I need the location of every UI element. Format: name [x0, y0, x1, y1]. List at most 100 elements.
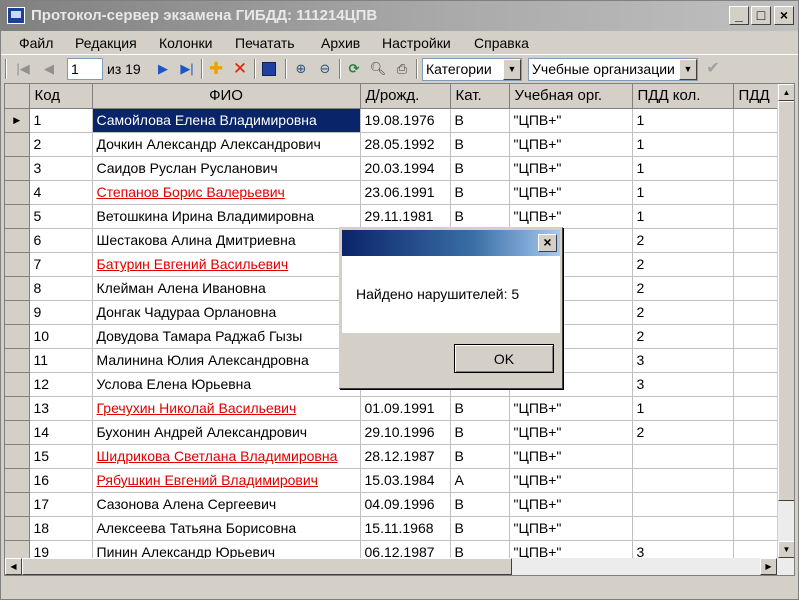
cell-fio[interactable]: Самойлова Елена Владимировна	[92, 108, 361, 133]
dialog-title-bar[interactable]: ×	[342, 230, 560, 256]
cell-pdd-count[interactable]	[632, 468, 734, 493]
cell-org[interactable]: "ЦПВ+"	[509, 396, 633, 421]
cell-pdd[interactable]	[733, 132, 784, 157]
cell-fio[interactable]: Бухонин Андрей Александрович	[92, 420, 361, 445]
column-header-org[interactable]: Учебная орг.	[509, 84, 633, 109]
cell-org[interactable]: "ЦПВ+"	[509, 108, 633, 133]
cell-kod[interactable]: 4	[29, 180, 93, 205]
cell-pdd[interactable]	[733, 444, 784, 469]
menu-edit[interactable]: Редакция	[75, 35, 137, 51]
cell-org[interactable]: "ЦПВ+"	[509, 468, 633, 493]
zoom-out-icon[interactable]: ⊖	[315, 59, 335, 79]
cell-cat[interactable]: B	[450, 492, 510, 517]
cell-cat[interactable]: A	[450, 468, 510, 493]
cell-pdd-count[interactable]: 2	[632, 324, 734, 349]
cell-org[interactable]: "ЦПВ+"	[509, 420, 633, 445]
cell-pdd-count[interactable]: 1	[632, 396, 734, 421]
row-indicator[interactable]	[5, 204, 30, 229]
cell-pdd[interactable]	[733, 156, 784, 181]
cell-kod[interactable]: 16	[29, 468, 93, 493]
close-button[interactable]: ×	[774, 6, 794, 25]
print-icon[interactable]: ⎙	[392, 59, 412, 79]
cell-pdd-count[interactable]: 1	[632, 204, 734, 229]
cell-pdd-count[interactable]	[632, 492, 734, 517]
row-indicator[interactable]	[5, 252, 30, 277]
cell-pdd-count[interactable]: 1	[632, 108, 734, 133]
table-row[interactable]: 3 Саидов Руслан Русланович 20.03.1994 B "ЦПВ…	[5, 156, 784, 181]
column-header-kod[interactable]: Код	[29, 84, 93, 109]
table-row[interactable]: 18 Алексеева Татьяна Борисовна 15.11.1968 B…	[5, 516, 784, 541]
row-indicator[interactable]	[5, 468, 30, 493]
cell-kod[interactable]: 5	[29, 204, 93, 229]
cell-fio[interactable]: Батурин Евгений Васильевич	[92, 252, 361, 277]
cell-pdd-count[interactable]	[632, 516, 734, 541]
cell-cat[interactable]: B	[450, 204, 510, 229]
cell-cat[interactable]: B	[450, 396, 510, 421]
vertical-scroll-thumb[interactable]	[778, 101, 794, 501]
cell-kod[interactable]: 18	[29, 516, 93, 541]
minimize-button[interactable]: _	[729, 6, 749, 25]
column-header-pdd-count[interactable]: ПДД кол.	[632, 84, 734, 109]
cell-pdd[interactable]	[733, 252, 784, 277]
cell-fio[interactable]: Шидрикова Светлана Владимировна	[92, 444, 361, 469]
chevron-down-icon[interactable]: ▼	[503, 59, 521, 80]
table-row[interactable]: 13 Гречухин Николай Васильевич 01.09.1991 B…	[5, 396, 784, 421]
column-header-dob[interactable]: Д/рожд.	[360, 84, 451, 109]
cell-kod[interactable]: 6	[29, 228, 93, 253]
cell-dob[interactable]: 29.10.1996	[360, 420, 451, 445]
column-header-pdd[interactable]: ПДД	[733, 84, 784, 109]
cell-fio[interactable]: Рябушкин Евгений Владимирович	[92, 468, 361, 493]
cell-kod[interactable]: 2	[29, 132, 93, 157]
cell-kod[interactable]: 11	[29, 348, 93, 373]
cell-pdd-count[interactable]: 3	[632, 348, 734, 373]
app-icon[interactable]	[7, 7, 25, 24]
cell-dob[interactable]: 15.11.1968	[360, 516, 451, 541]
cell-pdd[interactable]	[733, 180, 784, 205]
cell-kod[interactable]: 14	[29, 420, 93, 445]
table-row[interactable]: 14 Бухонин Андрей Александрович 29.10.1996…	[5, 420, 784, 445]
org-combo[interactable]: Учебные организации ▼	[528, 58, 698, 81]
cell-fio[interactable]: Донгак Чадураа Орлановна	[92, 300, 361, 325]
cell-dob[interactable]: 28.05.1992	[360, 132, 451, 157]
cell-pdd[interactable]	[733, 228, 784, 253]
ok-button[interactable]: OK	[454, 344, 554, 373]
cell-dob[interactable]: 04.09.1996	[360, 492, 451, 517]
cell-kod[interactable]: 13	[29, 396, 93, 421]
cell-dob[interactable]: 23.06.1991	[360, 180, 451, 205]
cell-org[interactable]: "ЦПВ+"	[509, 180, 633, 205]
cell-cat[interactable]: B	[450, 516, 510, 541]
menu-columns[interactable]: Колонки	[159, 35, 212, 51]
next-record-icon[interactable]: ▶	[153, 59, 173, 79]
cell-dob[interactable]: 15.03.1984	[360, 468, 451, 493]
page-number-input[interactable]	[67, 58, 103, 80]
last-record-icon[interactable]: ▶|	[177, 59, 197, 79]
zoom-in-icon[interactable]: ⊕	[291, 59, 311, 79]
cell-dob[interactable]: 28.12.1987	[360, 444, 451, 469]
cell-fio[interactable]: Шестакова Алина Дмитриевна	[92, 228, 361, 253]
cell-cat[interactable]: B	[450, 132, 510, 157]
cell-dob[interactable]: 20.03.1994	[360, 156, 451, 181]
cell-pdd-count[interactable]: 2	[632, 252, 734, 277]
cell-kod[interactable]: 3	[29, 156, 93, 181]
cell-kod[interactable]: 7	[29, 252, 93, 277]
save-icon[interactable]	[259, 59, 279, 79]
cell-kod[interactable]: 8	[29, 276, 93, 301]
cell-pdd[interactable]	[733, 492, 784, 517]
cell-pdd[interactable]	[733, 300, 784, 325]
cell-kod[interactable]: 1	[29, 108, 93, 133]
row-indicator[interactable]	[5, 228, 30, 253]
cell-cat[interactable]: B	[450, 180, 510, 205]
row-indicator[interactable]	[5, 276, 30, 301]
table-row[interactable]: 4 Степанов Борис Валерьевич 23.06.1991 B "ЦП…	[5, 180, 784, 205]
delete-icon[interactable]: ✕	[230, 59, 250, 79]
row-indicator[interactable]	[5, 444, 30, 469]
row-indicator[interactable]	[5, 348, 30, 373]
scroll-up-icon[interactable]: ▲	[778, 84, 794, 101]
cell-kod[interactable]: 12	[29, 372, 93, 397]
cell-fio[interactable]: Малинина Юлия Александровна	[92, 348, 361, 373]
cell-kod[interactable]: 15	[29, 444, 93, 469]
cell-org[interactable]: "ЦПВ+"	[509, 444, 633, 469]
cell-pdd-count[interactable]: 2	[632, 300, 734, 325]
row-indicator[interactable]	[5, 156, 30, 181]
cell-org[interactable]: "ЦПВ+"	[509, 492, 633, 517]
